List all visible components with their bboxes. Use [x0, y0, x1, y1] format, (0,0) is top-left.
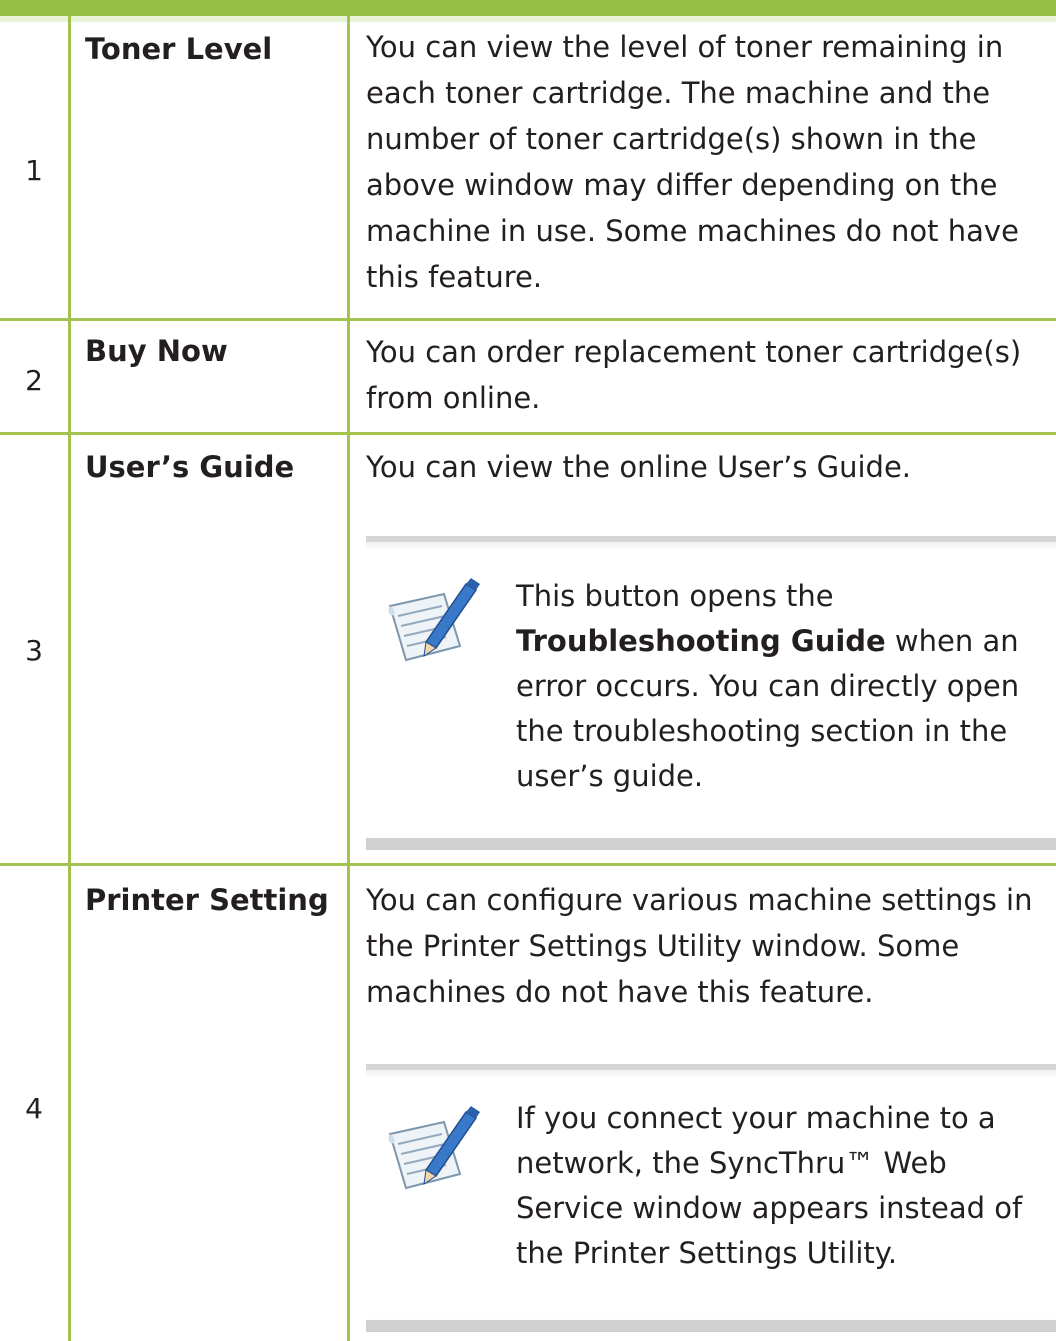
row-divider — [0, 863, 1056, 866]
note-pencil-icon — [388, 1106, 480, 1190]
feature-description: You can view the online User’s Guide. — [366, 450, 912, 484]
note-bottom-border — [366, 1320, 1056, 1332]
row-number: 2 — [25, 363, 43, 397]
table-top-rule — [0, 0, 1056, 16]
feature-name: Buy Now — [85, 334, 228, 368]
row-number: 1 — [25, 153, 43, 187]
table-top-shade — [0, 16, 1056, 22]
note-text: If you connect your machine to a network… — [516, 1101, 1023, 1270]
feature-description: You can order replacement toner cartridg… — [366, 335, 1022, 415]
row-divider — [0, 432, 1056, 435]
note-top-border — [366, 536, 1056, 542]
note-text-part: This button opens the — [516, 579, 834, 613]
note-box: This button opens the Troubleshooting Gu… — [366, 536, 1056, 850]
row-divider — [0, 318, 1056, 321]
feature-name: Toner Level — [85, 32, 273, 66]
row-number: 4 — [25, 1091, 43, 1125]
feature-description: You can view the level of toner remainin… — [366, 30, 1019, 294]
note-top-border — [366, 1064, 1056, 1070]
note-text: This button opens the Troubleshooting Gu… — [516, 574, 1041, 799]
feature-description: You can configure various machine settin… — [366, 883, 1033, 1009]
feature-table: 1 Toner Level You can view the level of … — [0, 0, 1056, 1341]
note-box: If you connect your machine to a network… — [366, 1064, 1056, 1332]
row-number: 3 — [25, 633, 43, 667]
troubleshooting-guide-label: Troubleshooting Guide — [516, 624, 886, 658]
column-divider — [347, 16, 350, 1341]
note-pencil-icon — [388, 578, 480, 662]
feature-name: Printer Setting — [85, 883, 329, 917]
feature-name: User’s Guide — [85, 450, 295, 484]
note-bottom-border — [366, 838, 1056, 850]
column-divider — [68, 16, 71, 1341]
